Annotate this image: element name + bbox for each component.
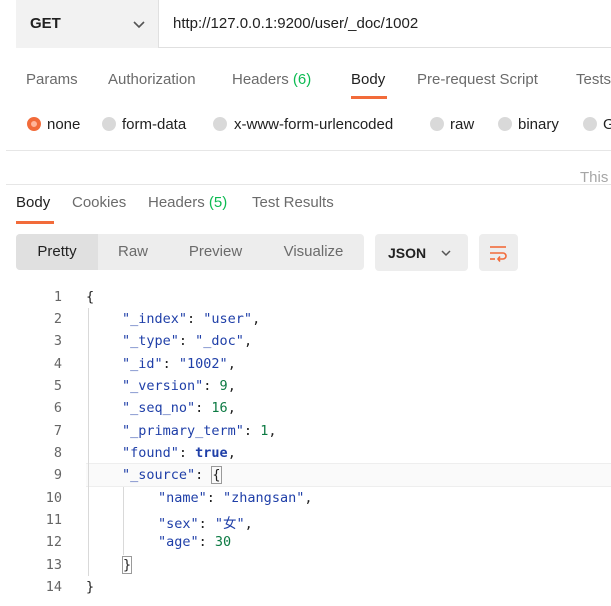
response-tab-test-results[interactable]: Test Results bbox=[252, 194, 334, 211]
matched-brace: } bbox=[122, 556, 133, 574]
line-number: 13 bbox=[45, 557, 62, 573]
tab-headers-count: (6) bbox=[292, 71, 312, 88]
code-line: "_type": "_doc", bbox=[122, 333, 253, 349]
radio-x-www-form-urlencoded[interactable] bbox=[213, 117, 227, 131]
url-input[interactable]: http://127.0.0.1:9200/user/_doc/1002 bbox=[173, 15, 418, 32]
radio-x-www-form-urlencoded-label: x-www-form-urlencoded bbox=[234, 116, 394, 133]
line-number: 11 bbox=[45, 512, 62, 528]
radio-binary[interactable] bbox=[498, 117, 512, 131]
line-number: 12 bbox=[45, 534, 62, 550]
line-number: 2 bbox=[53, 311, 62, 327]
line-number: 10 bbox=[45, 490, 62, 506]
tab-headers-label: Headers bbox=[232, 71, 289, 88]
tab-body[interactable]: Body bbox=[351, 71, 385, 88]
active-tab-indicator bbox=[351, 96, 387, 99]
line-number: 4 bbox=[53, 356, 62, 372]
code-line: "_version": 9, bbox=[122, 378, 236, 394]
tab-headers[interactable]: Headers (6) bbox=[232, 71, 311, 88]
tab-params[interactable]: Params bbox=[26, 71, 78, 88]
wrap-lines-icon bbox=[490, 246, 507, 262]
method-label: GET bbox=[30, 15, 61, 32]
radio-form-data-label: form-data bbox=[122, 116, 187, 133]
radio-none-label: none bbox=[47, 116, 81, 133]
tab-tests[interactable]: Tests bbox=[576, 71, 611, 88]
chevron-down-icon bbox=[441, 250, 451, 257]
code-line: "age": 30 bbox=[158, 534, 232, 550]
line-number: 1 bbox=[53, 289, 62, 305]
line-number: 14 bbox=[45, 579, 62, 595]
view-preview-button[interactable]: Preview bbox=[168, 234, 263, 270]
line-number: 7 bbox=[53, 423, 62, 439]
divider bbox=[6, 184, 611, 185]
view-raw-button[interactable]: Raw bbox=[98, 234, 168, 270]
code-line: "found": true, bbox=[122, 445, 236, 461]
view-pretty-button[interactable]: Pretty bbox=[16, 234, 98, 270]
matched-brace: { bbox=[211, 466, 222, 484]
line-number: 6 bbox=[53, 400, 62, 416]
radio-form-data[interactable] bbox=[102, 117, 116, 131]
view-visualize-button[interactable]: Visualize bbox=[263, 234, 364, 270]
code-line: } bbox=[86, 579, 95, 595]
divider bbox=[6, 150, 611, 151]
radio-graphql-label: G bbox=[603, 116, 611, 133]
code-line: { bbox=[86, 289, 95, 305]
code-line: "_source": { bbox=[122, 466, 222, 484]
tab-authorization[interactable]: Authorization bbox=[108, 71, 196, 88]
radio-binary-label: binary bbox=[518, 116, 559, 133]
indent-guide bbox=[88, 308, 89, 576]
radio-none[interactable] bbox=[27, 117, 41, 131]
line-number: 5 bbox=[53, 378, 62, 394]
chevron-down-icon[interactable] bbox=[132, 17, 146, 31]
code-line: "_index": "user", bbox=[122, 311, 261, 327]
code-line: "_primary_term": 1, bbox=[122, 423, 277, 439]
response-tab-headers-label: Headers bbox=[148, 194, 205, 211]
line-number: 8 bbox=[53, 445, 62, 461]
radio-graphql[interactable] bbox=[583, 117, 597, 131]
line-number: 9 bbox=[53, 467, 62, 483]
code-line: "_id": "1002", bbox=[122, 356, 236, 372]
code-line: } bbox=[122, 556, 133, 574]
language-label: JSON bbox=[388, 245, 427, 261]
code-line: "name": "zhangsan", bbox=[158, 490, 313, 506]
indent-guide bbox=[123, 487, 124, 555]
code-line: "sex": "女", bbox=[158, 516, 253, 532]
tab-pre-request-script[interactable]: Pre-request Script bbox=[417, 71, 538, 88]
radio-raw-label: raw bbox=[450, 116, 475, 133]
code-line: "_seq_no": 16, bbox=[122, 400, 236, 416]
response-tab-cookies[interactable]: Cookies bbox=[72, 194, 126, 211]
active-response-tab-indicator bbox=[16, 221, 54, 224]
line-number: 3 bbox=[53, 333, 62, 349]
response-tab-headers[interactable]: Headers (5) bbox=[148, 194, 227, 211]
radio-raw[interactable] bbox=[430, 117, 444, 131]
response-tab-headers-count: (5) bbox=[208, 194, 228, 211]
response-tab-body[interactable]: Body bbox=[16, 194, 50, 211]
